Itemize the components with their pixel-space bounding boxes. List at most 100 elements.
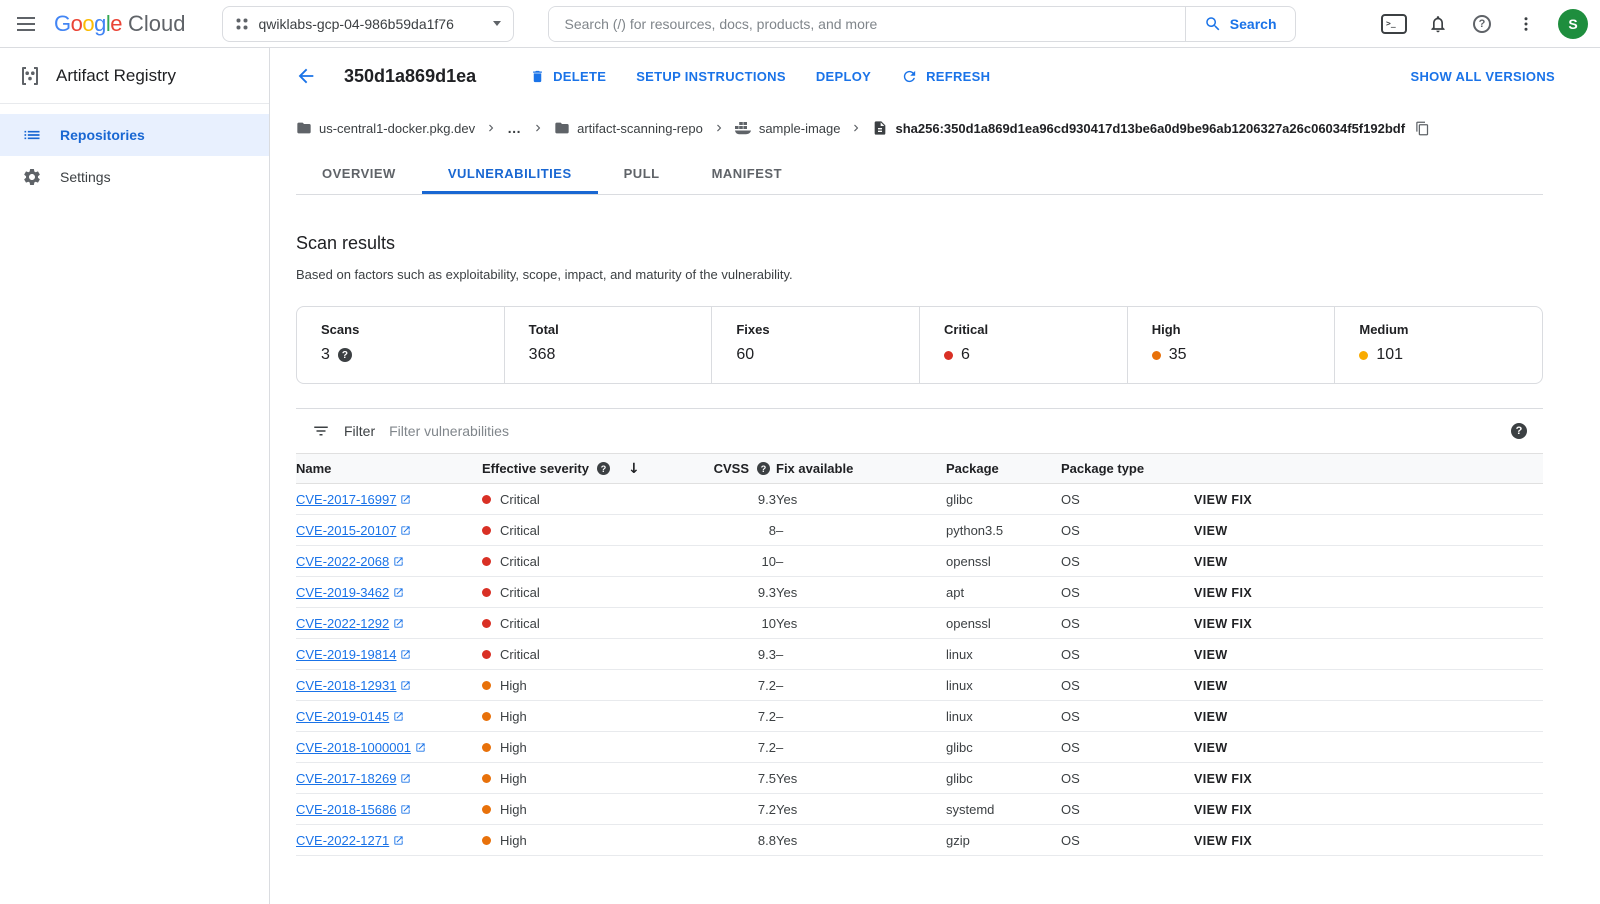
view-fix-button[interactable]: VIEW FIX	[1194, 803, 1252, 817]
sidebar-header: Artifact Registry	[0, 48, 269, 104]
view-fix-button[interactable]: VIEW FIX	[1194, 834, 1252, 848]
external-link-icon	[393, 587, 404, 598]
fix-available-value: –	[776, 545, 946, 577]
search-icon	[1204, 15, 1222, 33]
cve-link[interactable]: CVE-2022-1271	[296, 833, 404, 848]
sidebar-nav: Repositories Settings	[0, 104, 269, 208]
sort-descending-icon[interactable]	[628, 461, 640, 477]
breadcrumb-repository[interactable]: artifact-scanning-repo	[554, 120, 703, 136]
help-icon[interactable]	[337, 348, 352, 362]
notifications-button[interactable]	[1418, 4, 1458, 44]
chevron-right-icon	[712, 121, 726, 135]
critical-dot-icon	[944, 350, 954, 360]
tab-pull[interactable]: PULL	[598, 152, 686, 194]
view-fix-button[interactable]: VIEW FIX	[1194, 493, 1252, 507]
severity-label: High	[500, 677, 527, 693]
column-header-package-type[interactable]: Package type	[1061, 453, 1194, 484]
setup-instructions-label: SETUP INSTRUCTIONS	[636, 68, 786, 84]
sidebar-item-repositories[interactable]: Repositories	[0, 114, 269, 156]
package-type: OS	[1061, 731, 1194, 763]
external-link-icon	[400, 804, 411, 815]
view-fix-button[interactable]: VIEW FIX	[1194, 617, 1252, 631]
topbar: Google Cloud qwiklabs-gcp-04-986b59da1f7…	[0, 0, 1600, 48]
deploy-button[interactable]: DEPLOY	[802, 61, 885, 92]
tab-bar: OVERVIEW VULNERABILITIES PULL MANIFEST	[296, 152, 1543, 195]
back-button[interactable]	[286, 56, 326, 96]
column-header-cvss[interactable]: CVSS	[676, 453, 776, 484]
view-fix-button[interactable]: VIEW	[1194, 710, 1228, 724]
column-header-severity[interactable]: Effective severity	[482, 453, 676, 484]
account-avatar[interactable]: S	[1558, 8, 1588, 39]
cve-link[interactable]: CVE-2015-20107	[296, 523, 411, 538]
cve-link[interactable]: CVE-2019-3462	[296, 585, 404, 600]
severity-label: High	[500, 801, 527, 817]
project-selector[interactable]: qwiklabs-gcp-04-986b59da1f76	[221, 5, 514, 42]
package-type: OS	[1061, 793, 1194, 825]
cve-id: CVE-2018-15686	[296, 801, 397, 817]
filter-input[interactable]	[389, 423, 1497, 439]
copy-icon	[1415, 121, 1430, 136]
column-header-name[interactable]: Name	[296, 453, 482, 484]
cve-link[interactable]: CVE-2019-0145	[296, 709, 404, 724]
view-fix-button[interactable]: VIEW FIX	[1194, 586, 1252, 600]
stat-medium: Medium 101	[1334, 307, 1542, 383]
view-fix-button[interactable]: VIEW	[1194, 679, 1228, 693]
delete-button[interactable]: DELETE	[516, 61, 620, 92]
column-header-package[interactable]: Package	[946, 453, 1061, 484]
cloud-shell-button[interactable]	[1374, 4, 1414, 44]
cve-link[interactable]: CVE-2019-19814	[296, 647, 411, 662]
help-icon[interactable]	[596, 462, 610, 475]
severity-label: Critical	[500, 491, 540, 507]
chevron-down-icon	[492, 21, 501, 26]
cvss-value: 7.5	[676, 762, 776, 794]
external-link-icon	[393, 711, 404, 722]
view-fix-button[interactable]: VIEW	[1194, 741, 1228, 755]
table-row: CVE-2017-18269 High 7.5 Yes glibc OS VIE…	[296, 762, 1543, 794]
cve-id: CVE-2017-16997	[296, 491, 397, 507]
refresh-icon	[901, 68, 918, 85]
cve-link[interactable]: CVE-2022-2068	[296, 554, 404, 569]
help-icon[interactable]	[1511, 423, 1527, 439]
help-button[interactable]	[1462, 4, 1502, 44]
breadcrumb-registry[interactable]: us-central1-docker.pkg.dev	[296, 120, 475, 136]
cve-id: CVE-2018-1000001	[296, 739, 411, 755]
package-type: OS	[1061, 576, 1194, 608]
tab-manifest[interactable]: MANIFEST	[686, 152, 808, 194]
avatar-letter: S	[1568, 15, 1578, 32]
severity-dot	[482, 618, 491, 628]
package-name: systemd	[946, 793, 1061, 825]
help-icon[interactable]	[757, 462, 770, 475]
cve-link[interactable]: CVE-2017-18269	[296, 771, 411, 786]
breadcrumb-collapsed-button[interactable]: …	[507, 120, 522, 136]
cve-id: CVE-2022-2068	[296, 553, 390, 569]
cvss-value: 7.2	[676, 731, 776, 763]
severity-dot	[482, 742, 491, 752]
search-button[interactable]: Search	[1186, 7, 1295, 41]
package-type: OS	[1061, 607, 1194, 639]
copy-digest-button[interactable]	[1415, 121, 1430, 136]
search-input[interactable]	[548, 6, 1185, 41]
more-options-button[interactable]	[1506, 4, 1546, 44]
cve-link[interactable]: CVE-2018-15686	[296, 802, 411, 817]
view-fix-button[interactable]: VIEW	[1194, 555, 1228, 569]
setup-instructions-button[interactable]: SETUP INSTRUCTIONS	[622, 61, 800, 92]
refresh-button[interactable]: REFRESH	[887, 60, 1004, 93]
cve-id: CVE-2018-12931	[296, 677, 397, 693]
tab-vulnerabilities[interactable]: VULNERABILITIES	[422, 152, 598, 194]
google-logo-letter: o	[70, 10, 83, 36]
view-fix-button[interactable]: VIEW	[1194, 524, 1228, 538]
cve-id: CVE-2019-19814	[296, 646, 397, 662]
tab-overview[interactable]: OVERVIEW	[296, 152, 422, 194]
sidebar-item-settings[interactable]: Settings	[0, 156, 269, 198]
breadcrumb-image[interactable]: sample-image	[734, 121, 840, 136]
column-header-fix-available[interactable]: Fix available	[776, 453, 946, 484]
cve-link[interactable]: CVE-2018-12931	[296, 678, 411, 693]
cve-link[interactable]: CVE-2017-16997	[296, 492, 411, 507]
cve-link[interactable]: CVE-2022-1292	[296, 616, 404, 631]
view-fix-button[interactable]: VIEW	[1194, 648, 1228, 662]
cve-link[interactable]: CVE-2018-1000001	[296, 740, 426, 755]
hamburger-menu-button[interactable]	[6, 4, 46, 44]
view-fix-button[interactable]: VIEW FIX	[1194, 772, 1252, 786]
show-all-versions-button[interactable]: SHOW ALL VERSIONS	[1410, 69, 1555, 84]
page-header: 350d1a869d1ea DELETE SETUP INSTRUCTIONS …	[270, 48, 1600, 104]
